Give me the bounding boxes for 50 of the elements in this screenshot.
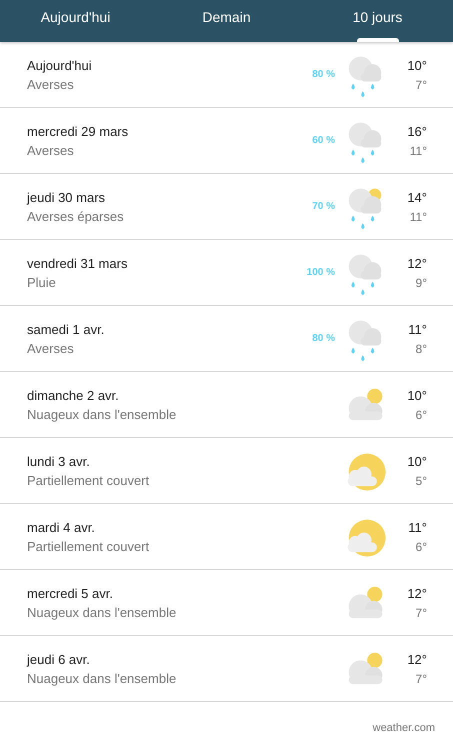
high-temperature: 12° (407, 586, 427, 600)
day-label: vendredi 31 mars (27, 256, 128, 270)
low-temperature: 7° (416, 606, 427, 620)
precipitation-chance: 60 % (312, 135, 335, 146)
high-temperature: 10° (407, 454, 427, 468)
source-link[interactable]: weather.com (372, 722, 435, 734)
high-temperature: 14° (407, 190, 427, 204)
day-label: mercredi 29 mars (27, 124, 130, 138)
precipitation-chance: 70 % (312, 201, 335, 212)
tab[interactable]: 10 jours (302, 0, 453, 42)
high-temperature: 12° (407, 256, 427, 270)
high-temperature: 16° (407, 124, 427, 138)
tab[interactable]: Aujourd'hui (0, 0, 151, 42)
day-label: jeudi 30 mars (27, 190, 106, 204)
condition-text: Averses (27, 340, 75, 356)
day-label: dimanche 2 avr. (27, 388, 120, 402)
condition-text: Nuageux dans l'ensemble (27, 406, 178, 422)
low-temperature: 7° (416, 78, 427, 92)
high-temperature: 10° (407, 58, 427, 72)
condition-text: Partiellement couvert (27, 472, 150, 488)
condition-text: Averses éparses (27, 208, 125, 224)
condition-text: Nuageux dans l'ensemble (27, 670, 178, 686)
day-label: mardi 4 avr. (27, 520, 96, 534)
low-temperature: 7° (416, 672, 427, 686)
tab[interactable]: Demain (151, 0, 302, 42)
high-temperature: 11° (408, 520, 427, 534)
precipitation-chance: 100 % (306, 267, 335, 278)
day-label: mercredi 5 avr. (27, 586, 114, 600)
day-label: samedi 1 avr. (27, 322, 106, 336)
high-temperature: 10° (407, 388, 427, 402)
low-temperature: 11° (410, 144, 427, 158)
low-temperature: 6° (416, 540, 427, 554)
high-temperature: 12° (407, 652, 427, 666)
condition-text: Nuageux dans l'ensemble (27, 604, 178, 620)
condition-text: Partiellement couvert (27, 538, 150, 554)
day-label: jeudi 6 avr. (27, 652, 91, 666)
day-label: Aujourd'hui (27, 58, 93, 72)
low-temperature: 11° (410, 210, 427, 224)
selected-indicator (356, 38, 398, 42)
low-temperature: 6° (416, 408, 427, 422)
condition-text: Averses (27, 76, 75, 92)
precipitation-chance: 80 % (312, 333, 335, 344)
condition-text: Averses (27, 142, 75, 158)
low-temperature: 9° (416, 276, 427, 290)
day-label: lundi 3 avr. (27, 454, 91, 468)
low-temperature: 8° (416, 342, 427, 356)
condition-text: Pluie (27, 274, 57, 290)
low-temperature: 5° (416, 474, 427, 488)
precipitation-chance: 80 % (312, 69, 335, 80)
high-temperature: 11° (408, 322, 427, 336)
